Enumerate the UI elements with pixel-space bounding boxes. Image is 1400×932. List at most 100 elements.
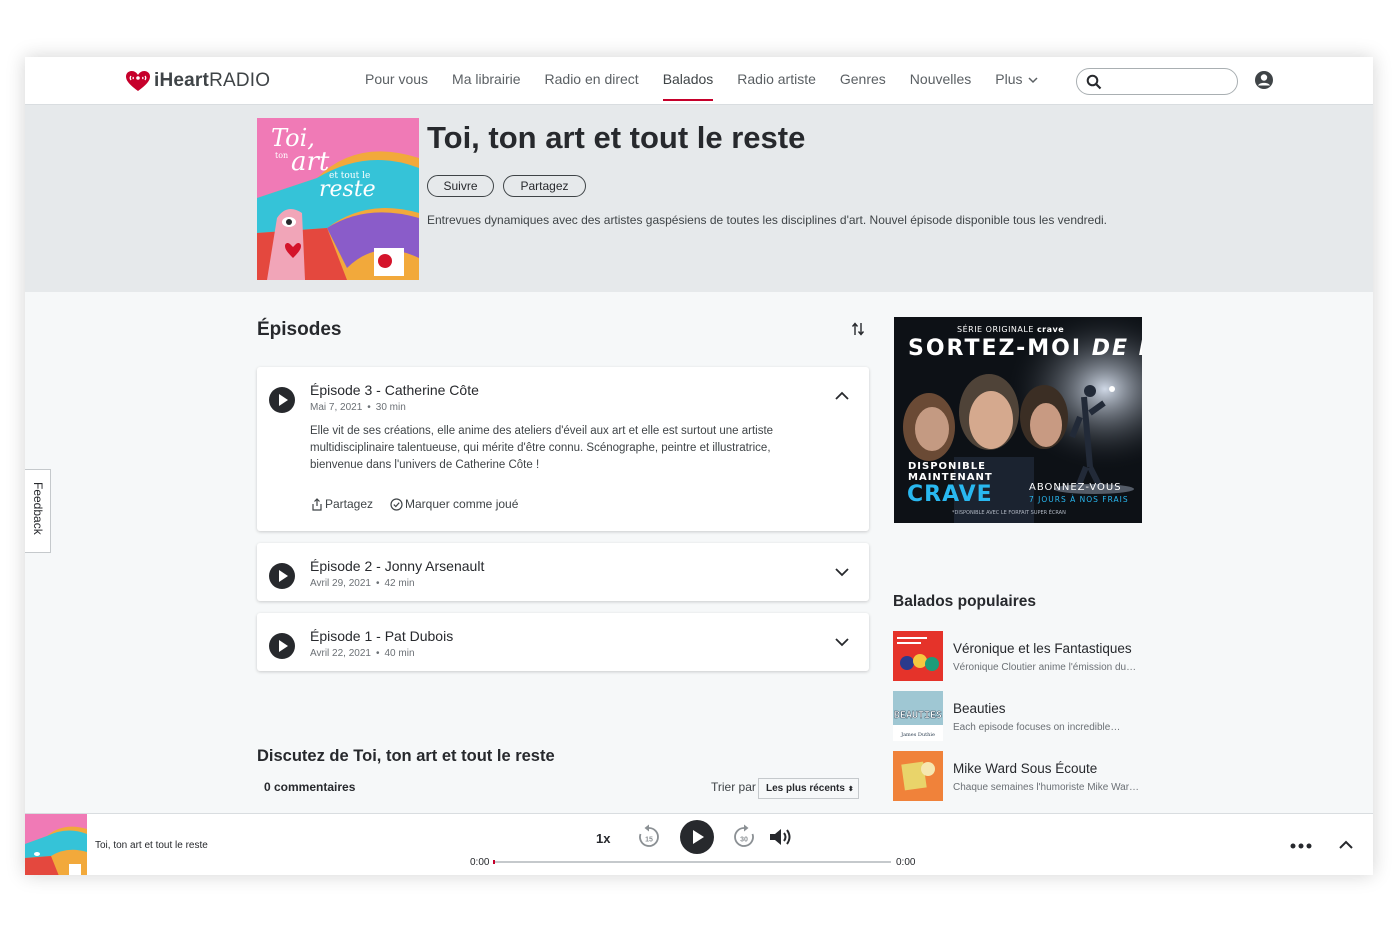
cover-text-reste: reste [319,177,376,202]
heart-logo-icon [126,71,150,91]
popular-podcast-description: Chaque semaines l'humoriste Mike War… [953,782,1140,793]
podcast-thumbnail: BEAUTIES James Duthie [893,691,943,741]
feedback-label: Feedback [31,482,45,535]
iheartradio-logo[interactable]: iHeartRADIO [125,69,270,93]
popular-podcast-item[interactable]: Véronique et les Fantastiques Véronique … [893,631,1143,681]
mark-played-button[interactable]: Marquer comme joué [390,497,518,511]
discussion-title: Discutez de Toi, ton art et tout le rest… [257,747,555,765]
sort-by-value: Les plus récents [766,783,845,794]
ad-fine-print: *DISPONIBLE AVEC LE FORFAIT SUPER ÉCRAN [952,510,1066,516]
episodes-heading: Épisodes [257,319,342,340]
podcast-thumbnail [893,631,943,681]
podcast-cover-art: Toi, ton art et tout le reste [257,118,419,280]
progress-bar[interactable] [493,860,891,864]
nav-item-radio-en-direct[interactable]: Radio en direct [533,57,651,105]
thumbnail-text: BEAUTIES [894,710,942,721]
episode-date: Avril 29, 2021 [310,578,371,589]
main-nav: Pour vous Ma librairie Radio en direct B… [353,57,1050,105]
audio-player-bar: Toi, ton art et tout le reste 1x 15 30 0… [25,813,1373,875]
chevron-up-icon[interactable] [835,391,849,401]
nav-item-plus-label: Plus [995,71,1023,87]
nav-item-nouvelles[interactable]: Nouvelles [898,57,983,105]
volume-icon[interactable] [768,826,794,848]
expand-player-icon[interactable] [1339,840,1353,850]
playback-speed-button[interactable]: 1x [596,831,610,846]
popular-podcast-name: Mike Ward Sous Écoute [953,761,1098,776]
episode-play-button[interactable] [269,563,295,589]
popular-podcasts-title: Balados populaires [893,593,1036,610]
chevron-down-icon[interactable] [835,637,849,647]
podcast-header: Toi, ton art et tout le reste Toi, ton a… [25,105,1373,292]
ad-subscribe: ABONNEZ-VOUS [1029,482,1122,493]
thumbnail-caption: James Duthie [900,732,935,738]
episode-title[interactable]: Épisode 3 - Catherine Côte [310,382,479,398]
select-arrows-icon: ⬍ [847,786,854,793]
podcast-thumbnail [893,751,943,801]
search-input[interactable] [1076,68,1238,95]
sort-icon[interactable] [851,321,865,337]
time-current: 0:00 [470,857,490,868]
comment-count: 0 commentaires [264,780,356,794]
time-total: 0:00 [896,857,916,868]
episode-duration: 42 min [384,578,415,589]
skip-forward-label: 30 [740,837,748,844]
episode-title[interactable]: Épisode 2 - Jonny Arsenault [310,558,484,574]
share-icon [312,497,322,511]
episode-duration: 40 min [384,648,415,659]
meta-separator: • [375,578,380,589]
episode-duration: 30 min [375,402,406,413]
popular-podcast-name: Véronique et les Fantastiques [953,641,1132,656]
advertisement-banner[interactable]: SÉRIE ORIGINALE crave SORTEZ-MOI DE MOI … [894,317,1142,523]
episode-share-label: Partagez [325,497,374,511]
popular-podcast-name: Beauties [953,701,1006,716]
follow-button[interactable]: Suivre [427,175,494,197]
feedback-tab[interactable]: Feedback [25,469,51,553]
chevron-down-icon[interactable] [835,567,849,577]
episode-title[interactable]: Épisode 1 - Pat Dubois [310,628,453,644]
podcast-title: Toi, ton art et tout le reste [427,120,806,155]
episode-play-button[interactable] [269,633,295,659]
sort-by-select[interactable]: Les plus récents ⬍ [758,778,859,799]
nav-item-pour-vous[interactable]: Pour vous [353,57,440,105]
popular-podcast-item[interactable]: BEAUTIES James Duthie Beauties Each epis… [893,691,1143,741]
episode-meta: Mai 7, 2021 • 30 min [310,402,406,413]
ad-headline: SORTEZ-MOI DE MOI [908,336,1142,361]
podcast-description: Entrevues dynamiques avec des artistes g… [427,213,1108,227]
episode-date: Mai 7, 2021 [310,402,363,413]
episode-description: Elle vit de ses créations, elle anime de… [310,425,774,471]
episode-card: Épisode 1 - Pat Dubois Avril 22, 2021 • 40… [257,613,869,671]
cover-text-art: art [291,147,330,177]
nav-item-genres[interactable]: Genres [828,57,898,105]
episode-card: Épisode 2 - Jonny Arsenault Avril 29, 20… [257,543,869,601]
progress-fill [493,860,495,864]
episode-play-button[interactable] [269,387,295,413]
nav-item-radio-artiste[interactable]: Radio artiste [725,57,828,105]
meta-separator: • [375,648,380,659]
now-playing-thumbnail[interactable] [25,814,87,875]
ad-brand-logo: CRAVE [907,482,993,507]
now-playing-title: Toi, ton art et tout le reste [95,840,208,851]
nav-item-balados[interactable]: Balados [651,57,726,105]
search-icon [1086,74,1102,90]
popular-podcast-item[interactable]: Mike Ward Sous Écoute Chaque semaines l'… [893,751,1143,801]
nav-item-ma-librairie[interactable]: Ma librairie [440,57,532,105]
episode-card: Épisode 3 - Catherine Côte Mai 7, 2021 • 3… [257,367,869,531]
more-options-icon[interactable] [1290,843,1312,849]
share-button[interactable]: Partagez [503,175,586,197]
skip-forward-30-icon[interactable]: 30 [732,824,756,850]
play-button[interactable] [680,820,714,854]
chevron-down-icon [1027,77,1038,83]
nav-item-plus[interactable]: Plus [983,57,1049,105]
popular-podcast-description: Each episode focuses on incredible… [953,722,1121,733]
app-frame: iHeartRADIO Pour vous Ma librairie Radio… [25,57,1373,875]
meta-separator: • [367,402,371,413]
ad-kicker: SÉRIE ORIGINALE crave [957,325,1065,334]
brand-name: iHeartRADIO [154,70,271,91]
ad-available: DISPONIBLE MAINTENANT [908,461,993,483]
skip-back-15-icon[interactable]: 15 [637,824,661,850]
ad-subscribe-sub: 7 JOURS À NOS FRAIS [1029,495,1129,504]
user-icon[interactable] [1254,70,1274,90]
episode-share-button[interactable]: Partagez [311,497,373,511]
mark-played-label: Marquer comme joué [405,497,519,511]
skip-back-label: 15 [645,837,653,844]
